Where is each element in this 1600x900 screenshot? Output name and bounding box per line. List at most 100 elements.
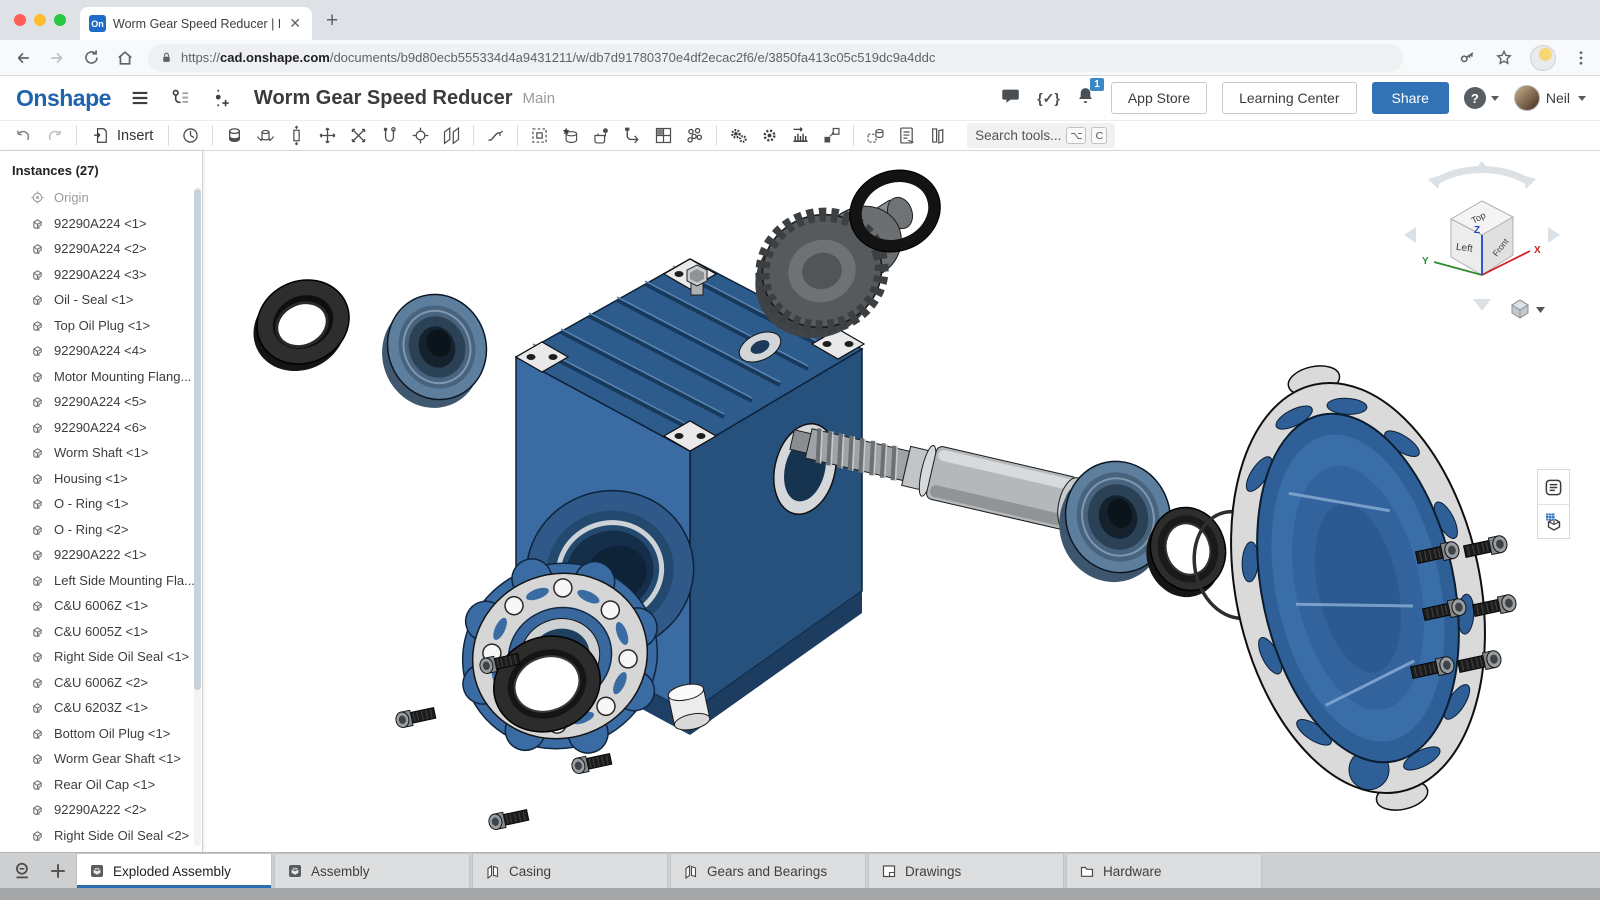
tab-hardware[interactable]: Hardware [1066,853,1262,888]
instance-row[interactable]: C&U 6006Z <2> [0,670,202,696]
replicate-icon[interactable] [679,123,710,149]
instance-row[interactable]: 92290A224 <6> [0,415,202,441]
redo-button[interactable] [39,123,70,149]
browser-tab[interactable]: On Worm Gear Speed Reducer | E ✕ [80,7,312,40]
learning-center-button[interactable]: Learning Center [1222,82,1356,114]
instance-row[interactable]: Worm Shaft <1> [0,440,202,466]
sprocket-relation-icon[interactable] [754,123,785,149]
revolute-mate-icon[interactable] [250,123,281,149]
comments-icon[interactable] [1000,85,1022,112]
tab-exploded-assembly[interactable]: Exploded Assembly [76,853,272,888]
browser-menu-icon[interactable] [1572,49,1590,67]
url-bar[interactable]: https://cad.onshape.com/documents/b9d80e… [148,44,1403,72]
password-key-icon[interactable] [1458,48,1478,68]
linear-pattern-icon[interactable] [816,123,847,149]
exploded-view-icon[interactable] [860,123,891,149]
reload-button[interactable] [74,48,108,67]
forward-button[interactable] [40,48,74,68]
workspace-label[interactable]: Main [523,90,556,107]
rack-relation-icon[interactable] [785,123,816,149]
instance-row[interactable]: 92290A224 <1> [0,211,202,237]
ball-mate-icon[interactable] [405,123,436,149]
instance-list-flyout-button[interactable] [1538,470,1569,504]
implicit-mate-connector-icon[interactable] [555,123,586,149]
instance-row[interactable]: Right Side Oil Seal <2> [0,823,202,849]
search-tabs-icon[interactable] [13,861,32,880]
instance-row[interactable]: 92290A224 <3> [0,262,202,288]
tab-casing[interactable]: Casing [472,853,668,888]
instance-row[interactable]: 92290A224 <4> [0,338,202,364]
undo-button[interactable] [8,123,39,149]
instance-row[interactable]: O - Ring <1> [0,491,202,517]
oil-seal-part[interactable] [238,265,365,385]
window-minimize-button[interactable] [34,14,46,26]
instance-row[interactable]: 92290A224 <2> [0,236,202,262]
window-close-button[interactable] [14,14,26,26]
cylindrical-mate-icon[interactable] [343,123,374,149]
instance-row-origin[interactable]: Origin [0,185,202,211]
instance-row[interactable]: 92290A224 <5> [0,389,202,415]
instance-row[interactable]: C&U 6203Z <1> [0,695,202,721]
tab-close-icon[interactable]: ✕ [287,15,303,32]
app-store-button[interactable]: App Store [1111,82,1207,114]
pattern-icon[interactable] [648,123,679,149]
tab-drawings[interactable]: Drawings [868,853,1064,888]
bom-flyout-button[interactable] [1538,504,1569,538]
featurescript-icon[interactable]: {✓} [1037,90,1060,107]
versions-icon[interactable] [169,87,192,110]
notifications-bell-icon[interactable]: 1 [1075,85,1096,111]
help-menu[interactable]: ? [1464,87,1499,109]
view-cube[interactable]: Top Left Front Y X Z [1404,161,1560,311]
parallel-mate-icon[interactable] [436,123,467,149]
instance-row[interactable]: Top Oil Plug <1> [0,313,202,339]
home-button[interactable] [108,48,142,68]
instance-row[interactable]: C&U 6006Z <1> [0,593,202,619]
group-icon[interactable] [524,123,555,149]
slider-mate-icon[interactable] [281,123,312,149]
add-tab-icon[interactable] [49,862,67,880]
instance-row[interactable]: Housing <1> [0,466,202,492]
instance-row[interactable]: Worm Gear Shaft <1> [0,746,202,772]
mate-connector-icon[interactable] [175,123,206,149]
planar-mate-icon[interactable] [312,123,343,149]
main-menu-icon[interactable] [129,87,151,109]
bom-icon[interactable] [922,123,953,149]
named-positions-icon[interactable] [891,123,922,149]
search-tools-input[interactable]: Search tools...⌥C [967,123,1115,148]
instance-row[interactable]: C&U 6005Z <1> [0,619,202,645]
input-bearing-part[interactable] [365,280,503,421]
insert-part-icon[interactable] [586,123,617,149]
tab-gears-and-bearings[interactable]: Gears and Bearings [670,853,866,888]
tangent-mate-icon[interactable] [480,123,511,149]
instance-row[interactable]: Bottom Oil Plug <1> [0,721,202,747]
bookmark-star-icon[interactable] [1494,48,1514,68]
document-title[interactable]: Worm Gear Speed Reducer [254,87,513,110]
instance-row[interactable]: Oil - Seal <1> [0,287,202,313]
window-zoom-button[interactable] [54,14,66,26]
instances-scrollbar[interactable] [194,187,201,846]
gear-relation-icon[interactable] [723,123,754,149]
3d-viewport[interactable]: Top Left Front Y X Z [0,151,1600,852]
instance-row[interactable]: Motor Mounting Flang... [0,364,202,390]
tab-assembly[interactable]: Assembly [274,853,470,888]
create-version-icon[interactable] [210,87,232,109]
fastened-mate-icon[interactable] [219,123,250,149]
scrollbar-thumb[interactable] [194,189,201,690]
instance-row[interactable]: Right Side Oil Seal <1> [0,644,202,670]
instance-row[interactable]: 92290A222 <1> [0,542,202,568]
onshape-logo[interactable]: Onshape [16,85,111,112]
insert-button[interactable]: Insert [83,123,162,149]
user-menu[interactable]: Neil [1514,85,1586,111]
browser-profile-avatar[interactable] [1530,45,1556,71]
new-tab-button[interactable]: + [326,9,338,33]
pin-slot-mate-icon[interactable] [374,123,405,149]
move-part-icon[interactable] [617,123,648,149]
share-button[interactable]: Share [1372,82,1449,114]
back-button[interactable] [6,48,40,68]
instance-row[interactable]: Rear Oil Cap <1> [0,772,202,798]
instance-row[interactable]: O - Ring <2> [0,517,202,543]
rear-oil-cap-part[interactable] [1192,342,1525,835]
instance-row[interactable]: Left Side Mounting Fla... [0,568,202,594]
instance-row[interactable]: 92290A222 <2> [0,797,202,823]
view-options-menu[interactable] [1512,300,1545,318]
